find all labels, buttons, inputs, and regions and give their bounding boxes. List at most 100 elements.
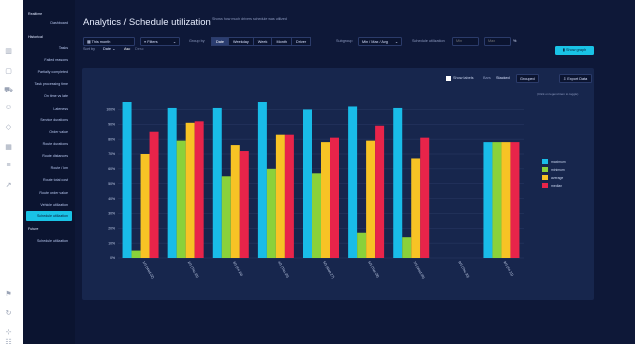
main-content: Analytics / Schedule utilization Shows h…: [75, 0, 635, 344]
bar-average: [366, 140, 376, 258]
icon-rail: ▥ ▢ ⛟ ☺ ◇ ▦ ≡ ↗ ⚑ ↻ ⊹ ☷: [0, 0, 17, 344]
sort-desc[interactable]: Desc: [135, 45, 144, 54]
nav-item[interactable]: Route durations: [26, 139, 72, 149]
sort-label: Sort by: [83, 47, 96, 51]
nav-item[interactable]: Task processing time: [26, 79, 72, 89]
bar-maximum: [122, 102, 132, 258]
list-icon[interactable]: ≡: [4, 161, 13, 170]
bar-chart: 100% 90% 80% 70% 60% 50% 40% 30% 20% 10% 0% 1/3 (We…: [106, 102, 566, 280]
bar-minimum: [492, 142, 502, 258]
users-icon[interactable]: ☷: [4, 338, 13, 344]
bar-median: [330, 137, 339, 258]
user-icon[interactable]: ☺: [4, 103, 13, 112]
legend-item-median: median: [551, 184, 562, 188]
group-by-label: Group by: [189, 39, 205, 43]
legend-swatch: [542, 175, 548, 180]
nav-item[interactable]: Dashboard: [26, 18, 72, 28]
bar-minimum: [357, 232, 367, 258]
chevron-down-icon: ⌄: [172, 40, 176, 44]
chart-icon[interactable]: ▥: [4, 47, 13, 56]
page-title: Analytics / Schedule utilization: [83, 17, 211, 28]
y-tick-label: 20%: [108, 226, 115, 230]
bar-median: [510, 142, 520, 258]
bar-average: [275, 134, 285, 258]
nav-item[interactable]: Vehicle utilization: [26, 200, 72, 210]
y-tick-label: 30%: [108, 212, 115, 216]
analytics-nav: Realtime Dashboard Historical Tasks Failed r…: [23, 0, 75, 344]
y-tick-label: 10%: [108, 241, 115, 245]
bar-average: [230, 145, 240, 258]
x-tick-label: 5/3 (Mon 27): [322, 261, 335, 280]
chart-panel: Show labels Bars Stacked Grouped ⇩ Expor…: [82, 68, 594, 300]
nav-item[interactable]: Partially completed: [26, 67, 72, 77]
group-by-driver[interactable]: Driver: [291, 37, 312, 46]
tag-icon[interactable]: ◇: [4, 123, 13, 132]
grid-icon[interactable]: ▦: [4, 143, 13, 152]
bar-minimum: [312, 173, 321, 258]
group-by-week[interactable]: Week: [252, 37, 273, 46]
bar-median: [194, 121, 204, 258]
bar-minimum: [131, 250, 141, 258]
nav-item[interactable]: Schedule utilization: [26, 211, 72, 221]
nav-item[interactable]: On time vs late: [26, 91, 72, 101]
x-tick-label: 1/3 (Wed 22): [142, 261, 155, 280]
schedule-utilization-label: Schedule utilization: [412, 39, 445, 43]
nav-section: Future: [28, 227, 39, 231]
nav-item[interactable]: Schedule utilization: [26, 236, 72, 246]
legend-swatch: [542, 183, 548, 188]
bar-minimum: [402, 237, 412, 258]
bar-median: [375, 125, 385, 258]
filters-button[interactable]: ≡ Filters ⌄: [140, 37, 180, 46]
percent-unit: %: [513, 39, 517, 43]
nav-item[interactable]: Order value: [26, 127, 72, 137]
x-tick-label: 9/3 (Fri 31): [503, 261, 515, 277]
nav-item[interactable]: Service durations: [26, 115, 72, 125]
y-tick-label: 0%: [110, 256, 115, 260]
x-tick-label: 3/3 (Fri 24): [232, 261, 244, 277]
sort-field[interactable]: Date ⌄: [103, 45, 115, 54]
box-icon[interactable]: ▢: [4, 67, 13, 76]
subgroup-label: Subgroup: [336, 39, 353, 43]
y-tick-label: 80%: [108, 137, 115, 141]
legend-item-maximum: maximum: [551, 160, 566, 164]
nav-item[interactable]: Tasks: [26, 43, 72, 53]
group-by-month[interactable]: Month: [271, 37, 292, 46]
bar-average: [140, 154, 150, 258]
bar-average: [185, 122, 195, 258]
bar-minimum: [176, 140, 186, 258]
nav-item[interactable]: Route total cost: [26, 175, 72, 185]
y-tick-label: 50%: [108, 182, 115, 186]
flag-icon[interactable]: ⚑: [4, 290, 13, 299]
bar-median: [284, 134, 294, 258]
x-tick-label: 2/3 (Thu 23): [187, 261, 200, 279]
nav-item[interactable]: Route distances: [26, 151, 72, 161]
nav-item[interactable]: Route order value: [26, 188, 72, 198]
bar-average: [321, 142, 330, 258]
max-input[interactable]: [484, 37, 511, 46]
group-by-weekday[interactable]: Weekday: [228, 37, 254, 46]
y-tick-label: 100%: [106, 108, 115, 112]
sort-asc[interactable]: Asc: [124, 45, 130, 54]
refresh-icon[interactable]: ↻: [4, 309, 13, 318]
bar-minimum: [266, 168, 276, 258]
x-tick-label: 8/3 (Thu 30): [457, 261, 470, 279]
subgroup-select[interactable]: Min / Max / Avg ⌄: [358, 37, 402, 46]
show-graph-button[interactable]: ▮ Show graph: [555, 46, 594, 55]
page-subtitle: Shows how much drivers schedule was util…: [212, 17, 287, 21]
trend-icon[interactable]: ↗: [4, 181, 13, 190]
x-tick-label: 7/3 (Wed 29): [412, 261, 425, 280]
bar-maximum: [393, 107, 403, 258]
legend-item-average: average: [551, 176, 563, 180]
min-input[interactable]: [452, 37, 479, 46]
truck-icon[interactable]: ⛟: [4, 86, 13, 95]
nav-item[interactable]: Lateness: [26, 104, 72, 114]
network-icon[interactable]: ⊹: [4, 328, 13, 337]
bar-minimum: [221, 176, 231, 258]
bar-maximum: [303, 109, 312, 258]
bar-maximum: [348, 106, 358, 258]
bar-maximum: [167, 107, 177, 258]
group-by-date[interactable]: Date: [211, 37, 230, 46]
y-tick-label: 70%: [108, 152, 115, 156]
nav-item[interactable]: Route / km: [26, 163, 72, 173]
nav-item[interactable]: Failed reasons: [26, 55, 72, 65]
